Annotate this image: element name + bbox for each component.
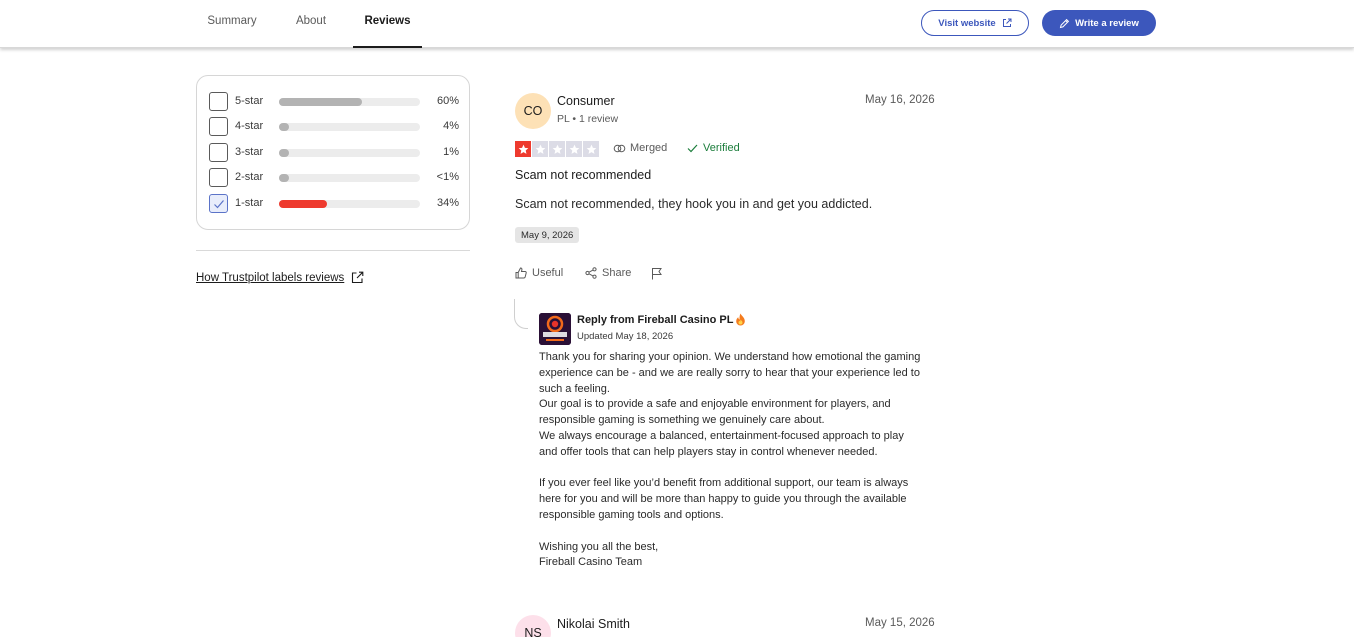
star-empty-icon — [583, 141, 599, 157]
filter-2-star-checkbox[interactable] — [209, 168, 228, 187]
star-filled-icon — [515, 141, 531, 157]
filter-4-star[interactable]: 4-star 4% — [209, 117, 459, 137]
flag-icon — [652, 268, 662, 280]
reply-line: responsible gaming tools and options. — [539, 508, 724, 521]
filter-1-star-checkbox[interactable] — [209, 194, 228, 213]
filter-2-star[interactable]: 2-star <1% — [209, 168, 459, 188]
star-rating — [515, 141, 599, 157]
filter-5-star-checkbox[interactable] — [209, 92, 228, 111]
share-label: Share — [602, 267, 632, 279]
visit-website-button[interactable]: Visit website — [921, 10, 1029, 36]
filter-3-star-label: 3-star — [235, 146, 264, 158]
sidebar-divider — [196, 250, 470, 251]
reply-line: Wishing you all the best, — [539, 540, 659, 553]
verified-label: Verified — [703, 142, 740, 154]
experience-date-badge: May 9, 2026 — [515, 227, 580, 243]
reply-paragraph-gap — [539, 461, 949, 477]
reply-line: Fireball Casino Team — [539, 556, 643, 569]
merged-badge[interactable]: Merged — [613, 142, 667, 154]
filter-2-star-bar — [279, 174, 420, 182]
write-review-label: Write a review — [1075, 17, 1139, 29]
useful-button[interactable]: Useful — [515, 267, 563, 279]
visit-website-label: Visit website — [938, 17, 996, 29]
reply-header: Reply from Fireball Casino PL — [577, 313, 746, 326]
tab-summary-label: Summary — [207, 15, 257, 27]
filter-1-star[interactable]: 1-star 34% — [209, 194, 459, 214]
avatar[interactable]: NS — [515, 615, 551, 637]
external-link-icon — [352, 271, 364, 284]
verified-badge[interactable]: Verified — [687, 142, 740, 154]
reply-paragraph-gap — [539, 524, 949, 540]
external-link-icon — [1002, 18, 1012, 27]
reply-line: such a feeling. — [539, 382, 610, 395]
report-flag-button[interactable] — [651, 267, 663, 280]
filter-5-star[interactable]: 5-star 60% — [209, 92, 459, 112]
reviewer-name[interactable]: Nikolai Smith — [557, 617, 630, 631]
review-title[interactable]: Scam not recommended — [515, 168, 651, 182]
pencil-icon — [1059, 18, 1070, 28]
reply-from-label[interactable]: Reply from Fireball Casino PL — [577, 314, 733, 326]
filter-3-star[interactable]: 3-star 1% — [209, 143, 459, 163]
reply-line: Thank you for sharing your opinion. We u… — [539, 351, 921, 363]
top-navigation: Summary About Reviews Visit website Writ… — [0, 0, 1354, 48]
filter-4-star-checkbox[interactable] — [209, 117, 228, 136]
tab-summary[interactable]: Summary — [196, 0, 268, 48]
merged-label: Merged — [630, 142, 668, 154]
filter-1-star-percent: 34% — [436, 197, 459, 209]
filter-5-star-bar — [279, 98, 420, 106]
fire-icon — [736, 313, 746, 326]
filter-3-star-bar — [279, 149, 420, 157]
reviewer-name[interactable]: Consumer — [557, 94, 615, 108]
review-body: Scam not recommended, they hook you in a… — [515, 197, 873, 211]
reply-line: and offer tools that can help players st… — [539, 445, 878, 458]
share-button[interactable]: Share — [585, 267, 631, 279]
tab-reviews-label: Reviews — [364, 15, 411, 27]
filter-1-star-label: 1-star — [235, 197, 264, 209]
filter-4-star-label: 4-star — [235, 120, 264, 132]
share-icon — [585, 267, 597, 279]
company-logo[interactable] — [539, 313, 571, 345]
filter-2-star-percent: <1% — [436, 171, 459, 183]
reply-line: We always encourage a balanced, entertai… — [539, 429, 904, 442]
tab-reviews[interactable]: Reviews — [353, 0, 422, 48]
checkmark-icon — [214, 200, 224, 209]
reviewer-meta: PL • 1 review — [557, 113, 619, 125]
filter-3-star-checkbox[interactable] — [209, 143, 228, 162]
star-empty-icon — [549, 141, 565, 157]
tab-about[interactable]: About — [282, 0, 340, 48]
reply-body: Thank you for sharing your opinion. We u… — [539, 350, 949, 571]
useful-label: Useful — [532, 267, 564, 279]
filter-4-star-bar — [279, 123, 420, 131]
reply-updated-date: Updated May 18, 2026 — [577, 331, 674, 342]
reply-line: here for you and will be more than happy… — [539, 493, 907, 506]
filter-2-star-label: 2-star — [235, 171, 264, 183]
review-date: May 15, 2026 — [865, 617, 935, 629]
star-empty-icon — [566, 141, 582, 157]
review-date: May 16, 2026 — [865, 94, 935, 106]
reply-line: experience can be - and we are really so… — [539, 366, 920, 379]
check-icon — [687, 144, 698, 152]
how-labels-text: How Trustpilot labels reviews — [196, 271, 345, 284]
thumbs-up-icon — [515, 267, 527, 279]
filter-1-star-bar — [279, 200, 420, 208]
write-review-button[interactable]: Write a review — [1042, 10, 1156, 36]
rating-filter-panel: 5-star 60% 4-star 4% 3-star 1% 2-star <1… — [196, 75, 470, 230]
star-empty-icon — [532, 141, 548, 157]
filter-4-star-percent: 4% — [443, 120, 459, 132]
avatar-initials: NS — [524, 626, 542, 637]
avatar-initials: CO — [523, 104, 543, 118]
filter-5-star-label: 5-star — [235, 95, 264, 107]
merged-icon — [613, 144, 626, 152]
filter-5-star-percent: 60% — [436, 95, 459, 107]
avatar[interactable]: CO — [515, 93, 551, 129]
how-labels-link[interactable]: How Trustpilot labels reviews — [196, 271, 364, 284]
reply-line: If you ever feel like you’d benefit from… — [539, 477, 909, 490]
reply-line: responsible gaming is something we genui… — [539, 414, 825, 427]
tab-about-label: About — [295, 15, 327, 27]
reply-connector — [514, 299, 528, 329]
filter-3-star-percent: 1% — [443, 146, 459, 158]
reply-line: Our goal is to provide a safe and enjoya… — [539, 398, 891, 411]
